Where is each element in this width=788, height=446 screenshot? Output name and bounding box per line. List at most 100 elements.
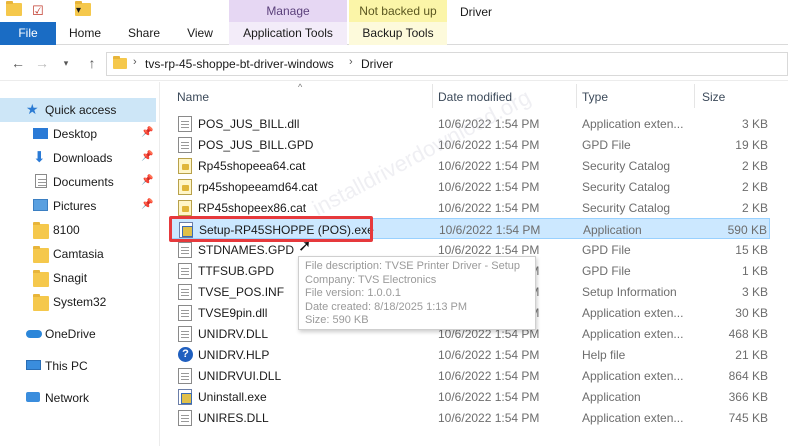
- folder-icon: [33, 294, 49, 311]
- column-header-size[interactable]: Size: [702, 90, 725, 104]
- back-arrow-icon[interactable]: ←: [10, 55, 26, 71]
- sidebar-item-quick-access[interactable]: ★ Quick access: [0, 98, 156, 122]
- sidebar-item-desktop[interactable]: Desktop 📌: [0, 122, 156, 146]
- sidebar-item-onedrive[interactable]: OneDrive: [0, 322, 156, 346]
- mouse-cursor-icon: ➚: [298, 238, 312, 255]
- file-name: TVSE9pin.dll: [198, 306, 268, 320]
- tooltip-line: Company: TVS Electronics: [305, 273, 437, 286]
- column-header-name[interactable]: Name: [177, 90, 209, 104]
- table-row[interactable]: Rp45shopeea64.cat 10/6/2022 1:54 PM Securi…: [170, 155, 770, 176]
- file-type: Help file: [582, 348, 626, 362]
- file-date-modified: 10/6/2022 1:54 PM: [438, 348, 540, 362]
- file-name: rp45shopeeamd64.cat: [198, 180, 318, 194]
- pin-icon[interactable]: 📌: [141, 151, 153, 162]
- file-name: Uninstall.exe: [198, 390, 267, 404]
- file-size: 30 KB: [735, 306, 768, 320]
- tooltip-line: Size: 590 KB: [305, 314, 369, 326]
- table-row[interactable]: UNIRES.DLL 10/6/2022 1:54 PM Application e…: [170, 407, 770, 428]
- column-divider[interactable]: [432, 84, 433, 108]
- tab-home[interactable]: Home: [60, 22, 110, 45]
- recent-locations-chevron-icon[interactable]: ▾: [58, 55, 74, 71]
- file-date-modified: 10/6/2022 1:54 PM: [438, 159, 540, 173]
- desktop-icon: [33, 128, 48, 139]
- properties-checkmark-icon[interactable]: ☑: [32, 3, 44, 19]
- file-type: Application exten...: [582, 369, 684, 383]
- address-bar[interactable]: › tvs-rp-45-shoppe-bt-driver-windows › D…: [106, 52, 788, 76]
- file-name: TVSE_POS.INF: [198, 285, 285, 299]
- sidebar-item-downloads[interactable]: ⬇ Downloads 📌: [0, 146, 156, 170]
- sidebar-item-pictures[interactable]: Pictures 📌: [0, 194, 156, 218]
- sidebar-item-label: Network: [45, 391, 90, 405]
- table-row[interactable]: ? UNIDRV.HLP 10/6/2022 1:54 PM Help file 21 …: [170, 344, 770, 365]
- context-manage-label: Manage: [266, 4, 310, 18]
- highlight-annotation: [169, 216, 373, 242]
- navigation-pane: ★ Quick access Desktop 📌 ⬇ Downloads 📌 D…: [0, 82, 160, 446]
- pictures-icon: [33, 199, 48, 211]
- network-icon: [26, 392, 40, 402]
- file-type: GPD File: [582, 243, 631, 257]
- sidebar-item-label: Camtasia: [53, 247, 104, 261]
- tab-file[interactable]: File: [0, 22, 56, 45]
- sidebar-item-label: Documents: [53, 175, 114, 189]
- file-name: RP45shopeex86.cat: [198, 201, 307, 215]
- title-bar: ☑ ▾ Manage Not backed up Driver: [0, 0, 788, 22]
- file-size: 2 KB: [741, 180, 768, 194]
- tab-application-tools[interactable]: Application Tools: [229, 22, 347, 45]
- file-size: 3 KB: [741, 117, 768, 131]
- folder-icon: [33, 246, 49, 263]
- sidebar-item-this-pc[interactable]: This PC: [0, 354, 156, 378]
- tooltip-line: File version: 1.0.0.1: [305, 287, 401, 299]
- pin-icon[interactable]: 📌: [141, 199, 153, 210]
- file-date-modified: 10/6/2022 1:54 PM: [438, 243, 540, 257]
- dll-file-icon: [178, 305, 192, 321]
- table-row[interactable]: RP45shopeex86.cat 10/6/2022 1:54 PM Securi…: [170, 197, 770, 218]
- sidebar-item-camtasia[interactable]: Camtasia: [0, 242, 156, 266]
- forward-arrow-icon[interactable]: →: [34, 55, 50, 71]
- file-name: UNIDRVUI.DLL: [198, 369, 282, 383]
- help-file-icon: ?: [178, 347, 193, 362]
- table-row[interactable]: rp45shopeeamd64.cat 10/6/2022 1:54 PM Secu…: [170, 176, 770, 197]
- file-date-modified: 10/6/2022 1:54 PM: [438, 180, 540, 194]
- breadcrumb-item[interactable]: tvs-rp-45-shoppe-bt-driver-windows: [145, 57, 334, 71]
- column-divider[interactable]: [576, 84, 577, 108]
- file-size: 2 KB: [741, 159, 768, 173]
- sidebar-item-network[interactable]: Network: [0, 386, 156, 410]
- file-size: 468 KB: [728, 327, 768, 341]
- column-header-type[interactable]: Type: [582, 90, 608, 104]
- breadcrumb-chevron-icon[interactable]: ›: [349, 56, 353, 68]
- column-divider[interactable]: [694, 84, 695, 108]
- dll-file-icon: [178, 368, 192, 384]
- file-name: Rp45shopeea64.cat: [198, 159, 306, 173]
- gpd-file-icon: [178, 263, 192, 279]
- file-date-modified: 10/6/2022 1:54 PM: [439, 223, 541, 237]
- breadcrumb-item[interactable]: Driver: [361, 57, 393, 71]
- file-type: Setup Information: [582, 285, 677, 299]
- file-size: 19 KB: [735, 138, 768, 152]
- file-type: Application exten...: [582, 306, 684, 320]
- up-arrow-icon[interactable]: ↑: [84, 55, 100, 71]
- sidebar-item-8100[interactable]: 8100: [0, 218, 156, 242]
- file-type: GPD File: [582, 264, 631, 278]
- pin-icon[interactable]: 📌: [141, 175, 153, 186]
- sidebar-item-documents[interactable]: Documents 📌: [0, 170, 156, 194]
- file-date-modified: 10/6/2022 1:54 PM: [438, 411, 540, 425]
- pin-icon[interactable]: 📌: [141, 127, 153, 138]
- file-type: Application exten...: [582, 327, 684, 341]
- sidebar-item-snagit[interactable]: Snagit: [0, 266, 156, 290]
- gpd-file-icon: [178, 137, 192, 153]
- folder-icon[interactable]: [6, 1, 22, 16]
- tab-backup-tools[interactable]: Backup Tools: [349, 22, 447, 45]
- tab-view[interactable]: View: [178, 22, 222, 45]
- file-size: 590 KB: [727, 223, 767, 237]
- sidebar-item-label: 8100: [53, 223, 80, 237]
- customize-qat-chevron-icon[interactable]: ▾: [76, 5, 81, 21]
- tab-share[interactable]: Share: [120, 22, 168, 45]
- catalog-file-icon: [178, 158, 192, 174]
- dll-file-icon: [178, 410, 192, 426]
- file-name: UNIDRV.HLP: [198, 348, 270, 362]
- breadcrumb-chevron-icon[interactable]: ›: [133, 56, 137, 68]
- navigation-bar: ← → ▾ ↑ › tvs-rp-45-shoppe-bt-driver-win…: [0, 46, 788, 81]
- table-row[interactable]: Uninstall.exe 10/6/2022 1:54 PM Applicatio…: [170, 386, 770, 407]
- table-row[interactable]: UNIDRVUI.DLL 10/6/2022 1:54 PM Application…: [170, 365, 770, 386]
- sidebar-item-system32[interactable]: System32: [0, 290, 156, 314]
